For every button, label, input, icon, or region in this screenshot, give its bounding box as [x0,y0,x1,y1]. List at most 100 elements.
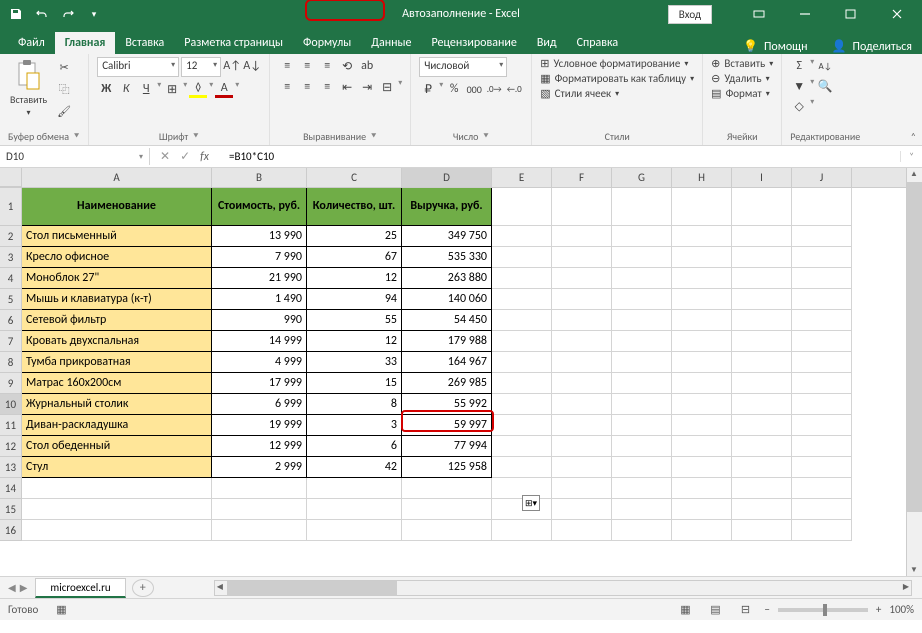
currency-icon[interactable]: ₽ [419,80,437,98]
cell[interactable]: 263 880 [402,268,492,289]
cell[interactable]: 94 [307,289,402,310]
cell[interactable]: 1 490 [212,289,307,310]
cell[interactable] [672,331,732,352]
find-icon[interactable]: 🔍 [816,77,834,95]
cell[interactable]: 77 994 [402,436,492,457]
sort-icon[interactable]: A↓ [816,57,834,75]
cell[interactable] [672,268,732,289]
name-box[interactable]: D10▾ [0,148,150,165]
cell[interactable] [612,226,672,247]
cell[interactable] [22,520,212,541]
row-header[interactable]: 15 [0,499,22,520]
col-header-G[interactable]: G [612,168,672,187]
col-header-H[interactable]: H [672,168,732,187]
undo-icon[interactable] [30,2,54,26]
cell[interactable]: Наименование [22,188,212,226]
cell[interactable]: 349 750 [402,226,492,247]
sheet-tab[interactable]: microexcel.ru [35,578,125,598]
cell[interactable] [402,478,492,499]
cell[interactable] [492,436,552,457]
cell[interactable] [732,436,792,457]
row-header[interactable]: 10 [0,394,22,415]
cell[interactable] [792,436,852,457]
cell[interactable] [492,457,552,478]
cell[interactable]: 67 [307,247,402,268]
borders-icon[interactable]: ⊞ [163,80,181,98]
cell[interactable]: 55 [307,310,402,331]
cell[interactable] [612,247,672,268]
cut-icon[interactable]: ✂ [53,57,75,77]
cell[interactable] [552,520,612,541]
page-break-icon[interactable]: ⊟ [734,601,756,619]
col-header-E[interactable]: E [492,168,552,187]
cell[interactable] [552,331,612,352]
cell[interactable]: 54 450 [402,310,492,331]
cell[interactable]: Стоимость, руб. [212,188,307,226]
cell[interactable] [732,310,792,331]
cell[interactable]: 59 997 [402,415,492,436]
cell[interactable]: 14 999 [212,331,307,352]
cell[interactable] [792,310,852,331]
select-all-corner[interactable] [0,168,22,187]
cell[interactable] [492,289,552,310]
row-header[interactable]: 5 [0,289,22,310]
cell[interactable] [402,520,492,541]
col-header-D[interactable]: D [402,168,492,187]
cell[interactable]: Диван-раскладушка [22,415,212,436]
row-header[interactable]: 6 [0,310,22,331]
cell[interactable]: Стол письменный [22,226,212,247]
cell[interactable] [672,394,732,415]
cell[interactable] [492,268,552,289]
cell[interactable]: 12 999 [212,436,307,457]
cell[interactable] [402,499,492,520]
tab-pagelayout[interactable]: Разметка страницы [174,32,293,54]
row-header[interactable]: 14 [0,478,22,499]
font-launcher[interactable]: ⯆ [192,131,199,142]
format-cells-button[interactable]: ▤Формат▾ [711,87,770,100]
tab-help[interactable]: Справка [567,32,629,54]
cell[interactable] [492,520,552,541]
conditional-fmt-button[interactable]: ⊞Условное форматирование▾ [540,57,688,70]
cell[interactable]: 4 999 [212,352,307,373]
row-header[interactable]: 16 [0,520,22,541]
cell[interactable]: Кровать двухспальная [22,331,212,352]
cell[interactable] [732,457,792,478]
fx-icon[interactable]: fx [200,150,209,164]
cell[interactable]: 12 [307,331,402,352]
cell[interactable] [732,331,792,352]
cell[interactable] [612,499,672,520]
cell[interactable] [672,499,732,520]
shrink-font-icon[interactable]: A↓ [243,57,261,75]
cell[interactable] [552,268,612,289]
ribbon-display-icon[interactable] [738,0,780,28]
cell[interactable] [732,394,792,415]
cell[interactable] [792,394,852,415]
cell[interactable]: 8 [307,394,402,415]
cell[interactable] [792,352,852,373]
cell[interactable]: 179 988 [402,331,492,352]
cell[interactable] [792,226,852,247]
cell[interactable]: 269 985 [402,373,492,394]
cell[interactable] [732,520,792,541]
cell[interactable] [212,520,307,541]
format-painter-icon[interactable]: 🖌 [53,101,75,121]
tab-review[interactable]: Рецензирование [422,32,527,54]
cell[interactable] [792,247,852,268]
tab-file[interactable]: Файл [8,32,55,54]
dec-indent-icon[interactable]: ⇤ [338,78,356,96]
tellme-icon[interactable]: 💡 [743,39,758,54]
col-header-C[interactable]: C [307,168,402,187]
collapse-ribbon-icon[interactable]: ˄ [911,130,916,143]
cell[interactable] [552,247,612,268]
percent-icon[interactable]: % [445,80,463,98]
tab-data[interactable]: Данные [361,32,421,54]
col-header-A[interactable]: A [22,168,212,187]
cell[interactable] [612,310,672,331]
maximize-icon[interactable] [830,0,872,28]
row-header[interactable]: 12 [0,436,22,457]
cell[interactable]: 990 [212,310,307,331]
cell[interactable] [612,373,672,394]
cell[interactable] [672,289,732,310]
cell[interactable] [732,289,792,310]
row-header[interactable]: 3 [0,247,22,268]
